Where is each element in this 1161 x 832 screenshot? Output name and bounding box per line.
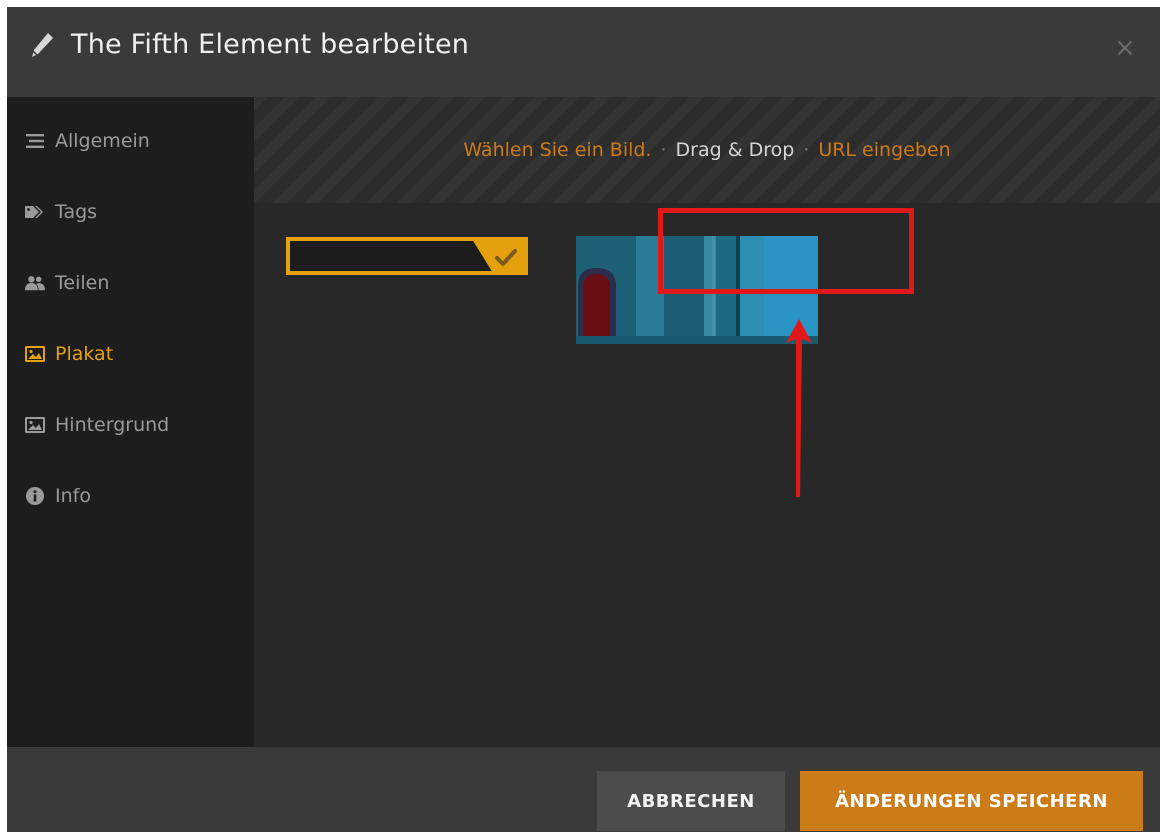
tags-icon — [25, 202, 45, 222]
cancel-button[interactable]: ABBRECHEN — [597, 771, 785, 831]
info-icon — [25, 486, 45, 506]
users-icon — [25, 273, 45, 293]
sidebar-item-teilen[interactable]: Teilen — [25, 269, 109, 297]
sidebar: Allgemein Tags Teilen Plakat Hintergrund — [7, 97, 254, 747]
upload-dropzone[interactable]: Wählen Sie ein Bild. · Drag & Drop · URL ein… — [254, 97, 1160, 203]
sidebar-item-label: Teilen — [55, 272, 110, 294]
sidebar-item-hintergrund[interactable]: Hintergrund — [25, 411, 169, 439]
annotation-highlight-box — [658, 208, 914, 294]
enter-url-link[interactable]: URL eingeben — [818, 139, 950, 161]
annotation-arrow-icon — [786, 319, 812, 497]
poster-panel: Wählen Sie ein Bild. · Drag & Drop · URL ein… — [254, 97, 1160, 747]
close-icon[interactable]: × — [1112, 35, 1138, 61]
selected-poster[interactable] — [286, 237, 528, 275]
dialog-title-wrap: The Fifth Element bearbeiten — [29, 29, 469, 60]
drag-drop-label: Drag & Drop — [675, 139, 795, 161]
sidebar-item-label: Info — [55, 485, 91, 507]
sidebar-item-label: Plakat — [55, 343, 114, 365]
checkmark-icon — [494, 246, 518, 268]
list-icon — [25, 131, 45, 151]
dialog-title: The Fifth Element bearbeiten — [71, 29, 470, 60]
pencil-icon — [29, 30, 55, 60]
sidebar-item-plakat[interactable]: Plakat — [25, 340, 113, 368]
save-changes-button[interactable]: ÄNDERUNGEN SPEICHERN — [800, 771, 1143, 831]
image-icon — [25, 344, 45, 364]
edit-dialog: The Fifth Element bearbeiten × Allgemein… — [7, 7, 1160, 832]
separator: · — [660, 139, 667, 161]
sidebar-item-label: Tags — [55, 201, 98, 223]
upload-options: Wählen Sie ein Bild. · Drag & Drop · URL ein… — [254, 139, 1160, 161]
dialog-footer: ABBRECHEN ÄNDERUNGEN SPEICHERN — [7, 747, 1160, 832]
sidebar-item-label: Hintergrund — [55, 414, 170, 436]
separator: · — [803, 139, 810, 161]
dialog-header: The Fifth Element bearbeiten × — [7, 7, 1160, 97]
sidebar-item-info[interactable]: Info — [25, 482, 91, 510]
sidebar-item-tags[interactable]: Tags — [25, 198, 97, 226]
sidebar-item-label: Allgemein — [55, 130, 150, 152]
image-icon — [25, 415, 45, 435]
sidebar-item-allgemein[interactable]: Allgemein — [25, 127, 150, 155]
choose-image-link[interactable]: Wählen Sie ein Bild. — [463, 139, 651, 161]
